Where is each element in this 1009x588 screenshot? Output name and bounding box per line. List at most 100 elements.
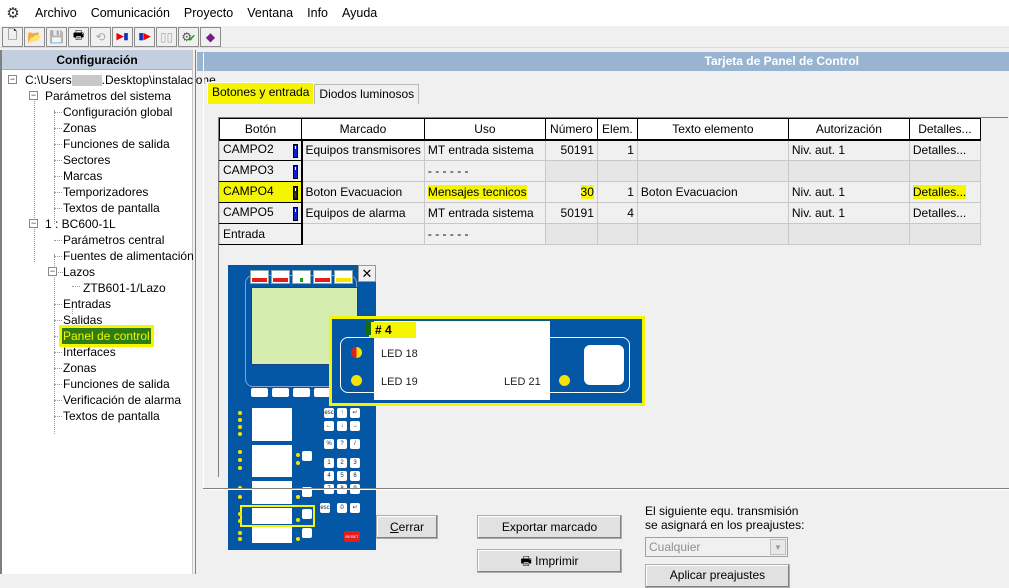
exportar-marcado-button[interactable]: Exportar marcado <box>477 515 622 539</box>
table-row[interactable]: CAMPO5 Equipos de alarma MT entrada sistem… <box>219 202 981 224</box>
keypad-key[interactable]: / <box>350 439 360 449</box>
collapse-icon[interactable]: − <box>29 219 38 228</box>
aplicar-preajustes-button[interactable]: Aplicar preajustes <box>645 564 790 588</box>
cell-boton[interactable]: CAMPO4 <box>219 181 303 203</box>
chevron-down-icon[interactable]: ▼ <box>770 539 786 555</box>
column-header-autorizacion[interactable]: Autorización <box>787 118 910 141</box>
cell-uso[interactable]: - - - - - - <box>423 160 546 182</box>
field-button[interactable] <box>302 528 312 538</box>
keypad-key[interactable]: ↓ <box>337 421 347 431</box>
cell-boton[interactable]: Entrada <box>219 223 303 245</box>
tree-item[interactable]: Sectores <box>2 152 192 168</box>
cell-uso[interactable]: MT entrada sistema <box>423 139 546 161</box>
soft-key[interactable] <box>293 388 310 397</box>
field-button[interactable] <box>302 509 312 519</box>
column-header-marcado[interactable]: Marcado <box>301 118 425 141</box>
imprimir-button[interactable]: 🖶 Imprimir <box>477 549 622 573</box>
table-row[interactable]: Entrada - - - - - - <box>219 223 981 245</box>
label-card[interactable] <box>252 481 292 504</box>
keypad-key[interactable]: 1 <box>324 458 334 468</box>
column-header-numero[interactable]: Número <box>544 118 598 141</box>
reset-key[interactable]: RESET <box>344 531 360 542</box>
cell-marcado[interactable] <box>301 223 425 245</box>
tree-item[interactable]: Zonas <box>2 120 192 136</box>
tree-item[interactable]: Textos de pantalla <box>2 408 192 424</box>
keypad-key[interactable]: ↵ <box>350 408 360 418</box>
cell-detalles[interactable] <box>908 223 981 245</box>
tree-item[interactable]: Temporizadores <box>2 184 192 200</box>
keypad-key[interactable]: ↑ <box>337 408 347 418</box>
cell-texto[interactable]: Boton Evacuacion <box>636 181 789 203</box>
keypad-key[interactable]: 3 <box>350 458 360 468</box>
keypad-key[interactable]: esc <box>324 408 334 418</box>
new-button[interactable]: 🗋 <box>2 26 23 47</box>
cell-numero[interactable]: 50191 <box>544 139 598 161</box>
tree-item-root[interactable]: − C:\Users .Desktop\instalacione <box>2 72 216 88</box>
keypad-key[interactable]: 4 <box>324 471 334 481</box>
cell-detalles[interactable]: Detalles... <box>908 139 981 161</box>
cell-uso[interactable]: MT entrada sistema <box>423 202 546 224</box>
cell-autorizacion[interactable]: Niv. aut. 1 <box>787 139 910 161</box>
keypad-key[interactable]: % <box>324 439 334 449</box>
upload-button[interactable]: ▶▮ <box>112 26 133 47</box>
collapse-icon[interactable]: − <box>48 267 57 276</box>
keypad-key[interactable]: esc <box>320 503 330 513</box>
help-button[interactable]: ◆ <box>200 26 221 47</box>
column-header-detalles[interactable]: Detalles... <box>908 118 981 141</box>
cell-boton[interactable]: CAMPO3 <box>219 160 303 182</box>
cell-numero[interactable]: 50191 <box>544 202 598 224</box>
cell-autorizacion[interactable]: Niv. aut. 1 <box>787 202 910 224</box>
keypad-key[interactable]: ? <box>337 439 347 449</box>
table-row[interactable]: CAMPO3 - - - - - - <box>219 160 981 182</box>
tree-item[interactable]: Marcas <box>2 168 192 184</box>
soft-key[interactable] <box>272 388 289 397</box>
sync-button[interactable]: ⟲ <box>90 26 111 47</box>
cell-autorizacion[interactable] <box>787 223 910 245</box>
cell-marcado[interactable]: Equipos transmisores <box>301 139 425 161</box>
tree-item[interactable]: Salidas <box>2 312 192 328</box>
tree-item[interactable]: Panel de control <box>2 328 192 344</box>
cell-marcado[interactable] <box>301 160 425 182</box>
cell-autorizacion[interactable] <box>787 160 910 182</box>
app-gear-icon[interactable]: ⚙ <box>4 4 22 22</box>
keypad-key[interactable]: 5 <box>337 471 347 481</box>
compare-button[interactable]: ▯▯ <box>156 26 177 47</box>
menu-ayuda[interactable]: Ayuda <box>335 0 384 26</box>
collapse-icon[interactable]: − <box>8 75 17 84</box>
cell-elem[interactable]: 1 <box>596 181 638 203</box>
cell-elem[interactable]: 1 <box>596 139 638 161</box>
transmission-select[interactable]: Cualquier ▼ <box>645 537 788 557</box>
cell-numero[interactable] <box>544 160 598 182</box>
cell-elem[interactable]: 4 <box>596 202 638 224</box>
tab-diodos-luminosos[interactable]: Diodos luminosos <box>314 84 420 104</box>
tree-item-lazo[interactable]: ZTB601-1/Lazo <box>2 280 192 296</box>
label-card[interactable] <box>252 408 292 441</box>
check-button[interactable]: ⚙✔ <box>178 26 199 47</box>
cell-uso[interactable]: Mensajes tecnicos <box>423 181 546 203</box>
field-push-button[interactable] <box>584 345 624 385</box>
keypad-key[interactable]: ← <box>324 421 334 431</box>
label-card[interactable] <box>252 445 292 477</box>
table-row[interactable]: CAMPO2 Equipos transmisores MT entrada sis… <box>219 139 981 161</box>
collapse-icon[interactable]: − <box>29 91 38 100</box>
tree-item-system-params[interactable]: − Parámetros del sistema <box>2 88 192 104</box>
open-button[interactable]: 📂 <box>24 26 45 47</box>
cell-detalles[interactable] <box>908 160 981 182</box>
tree-item[interactable]: Fuentes de alimentación <box>2 248 194 264</box>
keypad-key[interactable]: ↵ <box>350 503 360 513</box>
cell-texto[interactable] <box>636 139 789 161</box>
tree-item[interactable]: Configuración global <box>2 104 192 120</box>
cell-texto[interactable] <box>636 202 789 224</box>
tree-item[interactable]: Zonas <box>2 360 192 376</box>
close-preview-button[interactable]: ✕ <box>358 265 376 282</box>
label-card[interactable] <box>252 527 292 543</box>
cell-uso[interactable]: - - - - - - <box>423 223 546 245</box>
cell-autorizacion[interactable]: Niv. aut. 1 <box>787 181 910 203</box>
column-header-uso[interactable]: Uso <box>423 118 546 141</box>
tree-item-panel-bc600[interactable]: − 1 : BC600-1L <box>2 216 192 232</box>
menu-archivo[interactable]: Archivo <box>28 0 84 26</box>
column-header-boton[interactable]: Botón <box>219 118 302 141</box>
menu-comunicacion[interactable]: Comunicación <box>84 0 177 26</box>
save-button[interactable]: 💾 <box>46 26 67 47</box>
menu-proyecto[interactable]: Proyecto <box>177 0 240 26</box>
